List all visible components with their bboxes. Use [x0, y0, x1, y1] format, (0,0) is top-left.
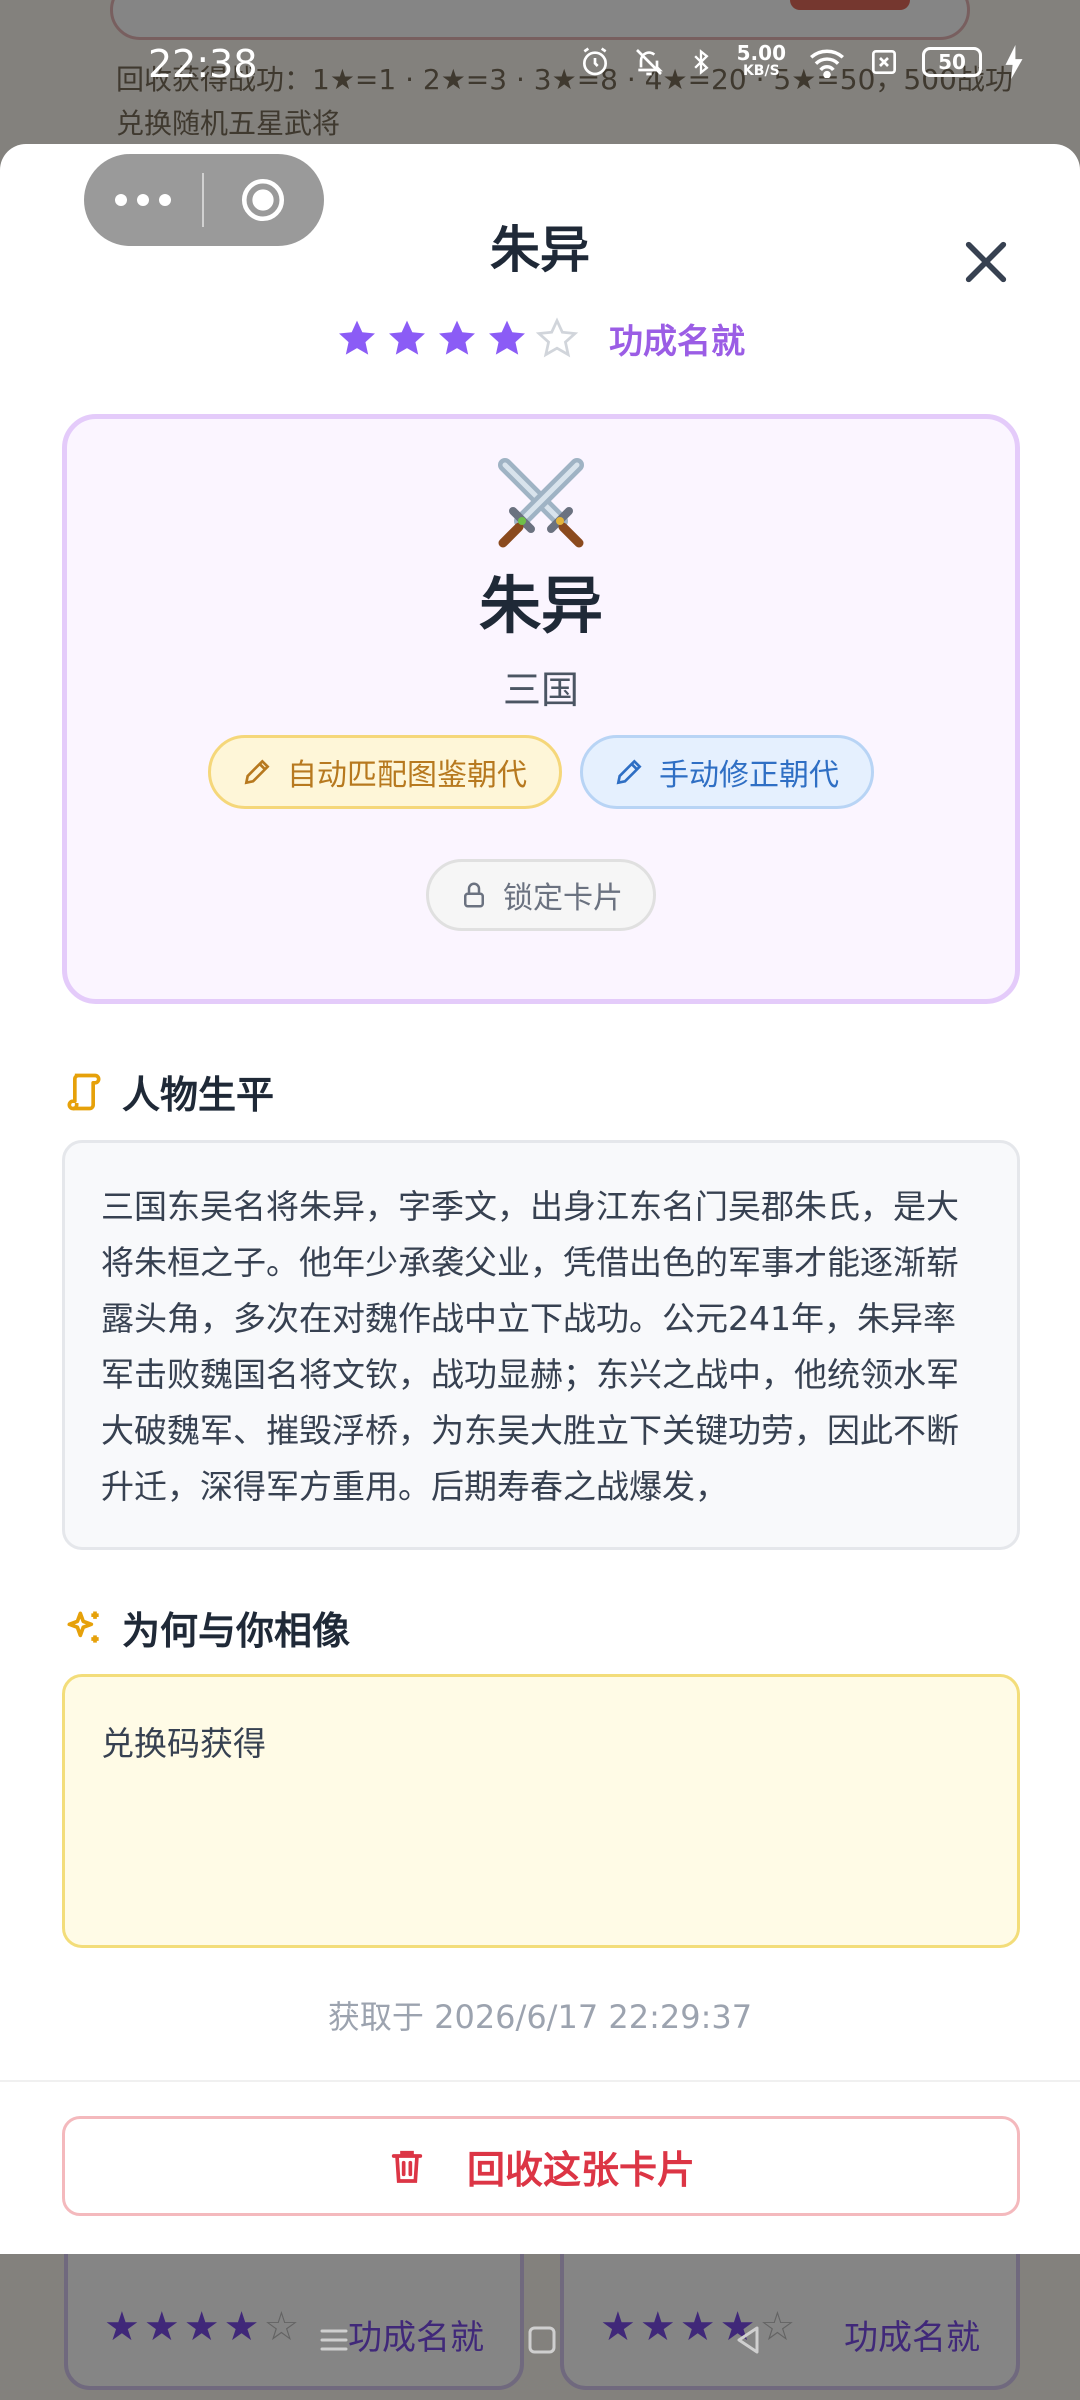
status-time: 22:38 — [148, 42, 258, 86]
network-speed: 5.00 KB/S — [737, 43, 786, 80]
pencil-icon — [244, 759, 270, 785]
alarm-icon — [582, 47, 607, 76]
scroll-icon — [67, 1073, 101, 1110]
lock-card-button[interactable]: 锁定卡片 — [426, 859, 656, 931]
hero-emblem — [67, 455, 1015, 555]
rank-label: 功成名就 — [609, 322, 745, 362]
why-heading-label: 为何与你相像 — [122, 1609, 351, 1653]
lock-card-label: 锁定卡片 — [503, 881, 623, 916]
lock-icon — [464, 882, 484, 908]
hero-dynasty: 三国 — [502, 668, 579, 712]
close-icon — [965, 241, 1007, 283]
home-nav-icon[interactable] — [524, 2322, 560, 2358]
pencil-icon — [616, 759, 642, 785]
footer-divider — [0, 2080, 1080, 2082]
bio-box[interactable]: 三国东吴名将朱异，字季文，出身江东名门吴郡朱氏，是大将朱桓之子。他年少承袭父业，… — [62, 1140, 1020, 1550]
obtained-timestamp: 获取于 2026/6/17 22:29:37 — [327, 1998, 753, 2036]
bio-heading: 人物生平 — [62, 1064, 274, 1119]
status-bar: 22:38 5.00 KB/S 50 — [0, 0, 1080, 130]
manual-fix-dynasty-button[interactable]: 手动修正朝代 — [580, 735, 874, 809]
status-icons: 5.00 KB/S 50 — [579, 43, 1024, 80]
star-filled-icon — [439, 320, 475, 355]
bluetooth-icon — [693, 49, 709, 75]
battery-indicator: 50 — [922, 47, 982, 77]
auto-match-dynasty-button[interactable]: 自动匹配图鉴朝代 — [208, 735, 562, 809]
star-empty-icon — [535, 316, 579, 357]
recycle-card-label: 回收这张卡片 — [466, 2147, 695, 2192]
star-rating: 功成名就 — [0, 314, 1080, 363]
system-nav-bar — [0, 2300, 1080, 2380]
sim-off-icon — [872, 50, 896, 74]
card-detail-sheet: 朱异 功成名就 朱异 三国 自动匹配图鉴朝代 手动修正朝代 锁定卡片 人物生平 … — [0, 144, 1080, 2254]
why-box: 兑换码获得 — [62, 1674, 1020, 1948]
dynasty-actions: 自动匹配图鉴朝代 手动修正朝代 — [67, 735, 1015, 809]
recycle-card-button[interactable]: 回收这张卡片 — [62, 2116, 1020, 2216]
hero-name: 朱异 — [478, 569, 603, 642]
sparkle-icon — [67, 1611, 99, 1643]
sheet-title: 朱异 — [490, 221, 590, 279]
wifi-icon — [810, 49, 844, 78]
bio-heading-label: 人物生平 — [122, 1073, 275, 1117]
battery-level: 50 — [938, 50, 966, 74]
network-speed-unit: KB/S — [742, 63, 780, 79]
bio-text: 三国东吴名将朱异，字季文，出身江东名门吴郡朱氏，是大将朱桓之子。他年少承袭父业，… — [101, 1187, 959, 1506]
close-button[interactable] — [956, 232, 1016, 292]
more-menu-button[interactable] — [84, 194, 202, 206]
back-nav-icon[interactable] — [730, 2322, 766, 2358]
auto-match-dynasty-label: 自动匹配图鉴朝代 — [287, 758, 527, 793]
star-filled-icon — [489, 320, 525, 355]
crossed-swords-icon — [498, 458, 584, 548]
why-text: 兑换码获得 — [101, 1724, 266, 1763]
star-filled-icon — [389, 320, 425, 355]
lock-row: 锁定卡片 — [67, 859, 1015, 931]
why-heading: 为何与你相像 — [62, 1600, 350, 1655]
trash-icon — [391, 2150, 423, 2183]
menu-nav-icon[interactable] — [314, 2322, 354, 2358]
hero-card: 朱异 三国 自动匹配图鉴朝代 手动修正朝代 锁定卡片 — [62, 414, 1020, 1004]
mute-bell-icon — [635, 49, 663, 76]
charging-icon — [1005, 45, 1023, 79]
manual-fix-dynasty-label: 手动修正朝代 — [659, 758, 839, 793]
star-filled-icon — [339, 320, 375, 355]
